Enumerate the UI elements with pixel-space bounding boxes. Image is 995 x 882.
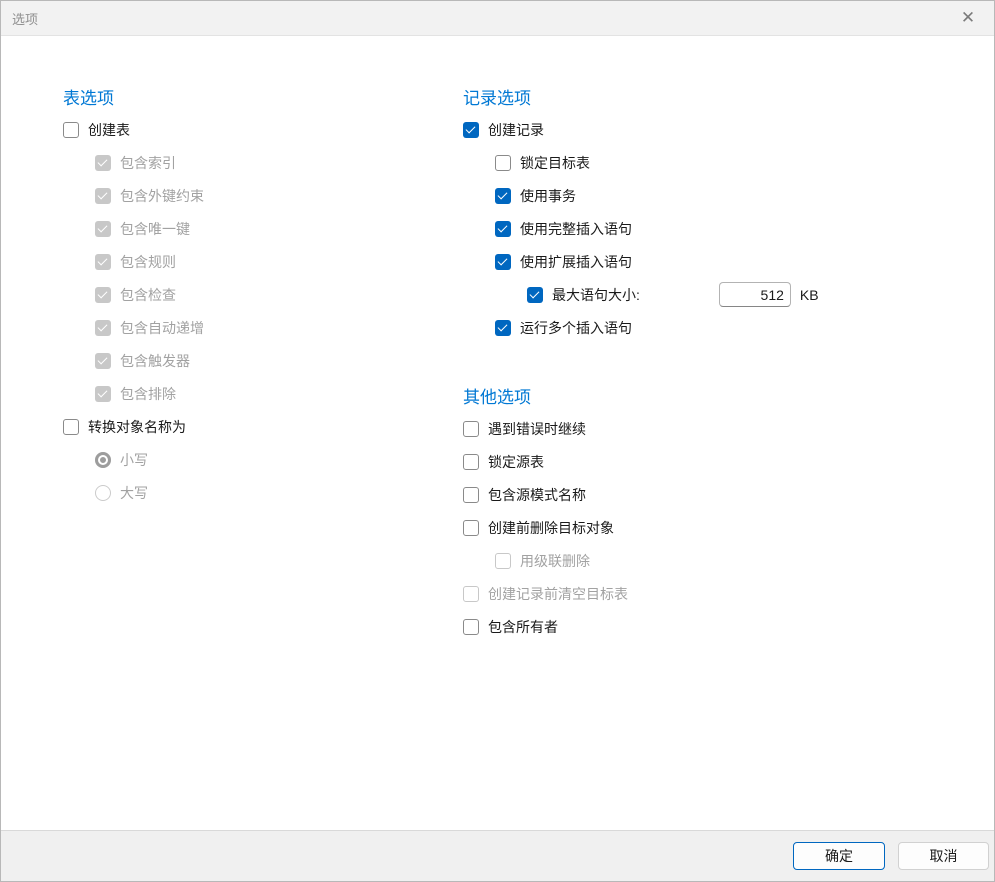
option-row: 包含排除: [63, 377, 443, 410]
option-label: 使用事务: [520, 186, 576, 206]
option-label: 大写: [120, 483, 148, 503]
checkbox-convert-object-names[interactable]: [63, 419, 79, 435]
table-options-header: 表选项: [63, 87, 443, 111]
other-options-header: 其他选项: [463, 386, 983, 410]
option-row: 创建表: [63, 113, 443, 146]
right-column: 记录选项 创建记录 锁定目标表 使用事务 使用完整插入语句 使用扩展插入语句 最…: [463, 87, 983, 643]
checkbox-include-rules: [95, 254, 111, 270]
option-row: 最大语句大小: KB: [463, 278, 983, 311]
option-label: 转换对象名称为: [88, 417, 186, 437]
dialog-title: 选项: [1, 9, 38, 28]
option-row: 使用扩展插入语句: [463, 245, 983, 278]
radio-uppercase: [95, 485, 111, 501]
option-row: 包含源模式名称: [463, 478, 983, 511]
checkbox-drop-target-before-create[interactable]: [463, 520, 479, 536]
option-label: 创建表: [88, 120, 130, 140]
option-label: 用级联删除: [520, 551, 590, 571]
checkbox-run-multiple-insert[interactable]: [495, 320, 511, 336]
checkbox-include-excludes: [95, 386, 111, 402]
option-label: 包含源模式名称: [488, 485, 586, 505]
option-row: 包含唯一键: [63, 212, 443, 245]
option-row: 小写: [63, 443, 443, 476]
option-label: 包含排除: [120, 384, 176, 404]
option-label: 包含唯一键: [120, 219, 190, 239]
option-row: 包含外键约束: [63, 179, 443, 212]
option-row: 锁定目标表: [463, 146, 983, 179]
checkbox-max-statement-size[interactable]: [527, 287, 543, 303]
checkbox-use-transaction[interactable]: [495, 188, 511, 204]
cancel-button[interactable]: 取消: [898, 842, 989, 870]
option-row: 包含触发器: [63, 344, 443, 377]
option-label: 使用扩展插入语句: [520, 252, 632, 272]
option-label: 创建记录前清空目标表: [488, 584, 628, 604]
option-label: 包含所有者: [488, 617, 558, 637]
checkbox-cascade-delete: [495, 553, 511, 569]
checkbox-lock-source-tables[interactable]: [463, 454, 479, 470]
checkbox-include-owner[interactable]: [463, 619, 479, 635]
checkbox-lock-target-tables[interactable]: [495, 155, 511, 171]
option-row: 转换对象名称为: [63, 410, 443, 443]
record-options-header: 记录选项: [463, 87, 983, 111]
checkbox-use-extended-insert[interactable]: [495, 254, 511, 270]
checkbox-include-auto-increment: [95, 320, 111, 336]
option-label: 小写: [120, 450, 148, 470]
option-row: 运行多个插入语句: [463, 311, 983, 344]
radio-lowercase: [95, 452, 111, 468]
option-label: 包含自动递增: [120, 318, 204, 338]
option-row: 遇到错误时继续: [463, 412, 983, 445]
option-row: 创建前删除目标对象: [463, 511, 983, 544]
checkbox-empty-target-before-records: [463, 586, 479, 602]
option-row: 锁定源表: [463, 445, 983, 478]
checkbox-continue-on-error[interactable]: [463, 421, 479, 437]
titlebar: 选项 ✕: [1, 1, 994, 36]
option-row: 使用完整插入语句: [463, 212, 983, 245]
option-row: 包含索引: [63, 146, 443, 179]
checkbox-include-source-schema[interactable]: [463, 487, 479, 503]
checkbox-create-table[interactable]: [63, 122, 79, 138]
options-dialog: 选项 ✕ 表选项 创建表 包含索引 包含外键约束 包含唯一键 包含规则 包含检查: [0, 0, 995, 882]
option-label: 包含索引: [120, 153, 176, 173]
option-label: 最大语句大小:: [552, 285, 640, 305]
option-row: 包含所有者: [463, 610, 983, 643]
option-label: 运行多个插入语句: [520, 318, 632, 338]
checkbox-use-complete-insert[interactable]: [495, 221, 511, 237]
footer-bar: 确定 取消: [1, 830, 994, 881]
checkbox-include-indexes: [95, 155, 111, 171]
option-row: 用级联删除: [463, 544, 983, 577]
size-unit-label: KB: [800, 287, 819, 303]
ok-button[interactable]: 确定: [793, 842, 885, 870]
option-row: 包含检查: [63, 278, 443, 311]
close-icon[interactable]: ✕: [952, 1, 984, 34]
checkbox-include-unique-keys: [95, 221, 111, 237]
checkbox-include-triggers: [95, 353, 111, 369]
option-row: 创建记录: [463, 113, 983, 146]
option-label: 包含检查: [120, 285, 176, 305]
max-statement-size-input[interactable]: [719, 282, 791, 307]
option-label: 创建记录: [488, 120, 544, 140]
option-label: 使用完整插入语句: [520, 219, 632, 239]
option-row: 大写: [63, 476, 443, 509]
option-label: 锁定目标表: [520, 153, 590, 173]
checkbox-create-records[interactable]: [463, 122, 479, 138]
option-label: 锁定源表: [488, 452, 544, 472]
option-row: 创建记录前清空目标表: [463, 577, 983, 610]
option-label: 包含外键约束: [120, 186, 204, 206]
option-label: 包含触发器: [120, 351, 190, 371]
option-row: 包含规则: [63, 245, 443, 278]
option-label: 包含规则: [120, 252, 176, 272]
option-label: 创建前删除目标对象: [488, 518, 614, 538]
option-row: 包含自动递增: [63, 311, 443, 344]
option-label: 遇到错误时继续: [488, 419, 586, 439]
checkbox-include-foreign-keys: [95, 188, 111, 204]
checkbox-include-checks: [95, 287, 111, 303]
option-row: 使用事务: [463, 179, 983, 212]
table-options-section: 表选项 创建表 包含索引 包含外键约束 包含唯一键 包含规则 包含检查 包含自动…: [63, 87, 443, 509]
